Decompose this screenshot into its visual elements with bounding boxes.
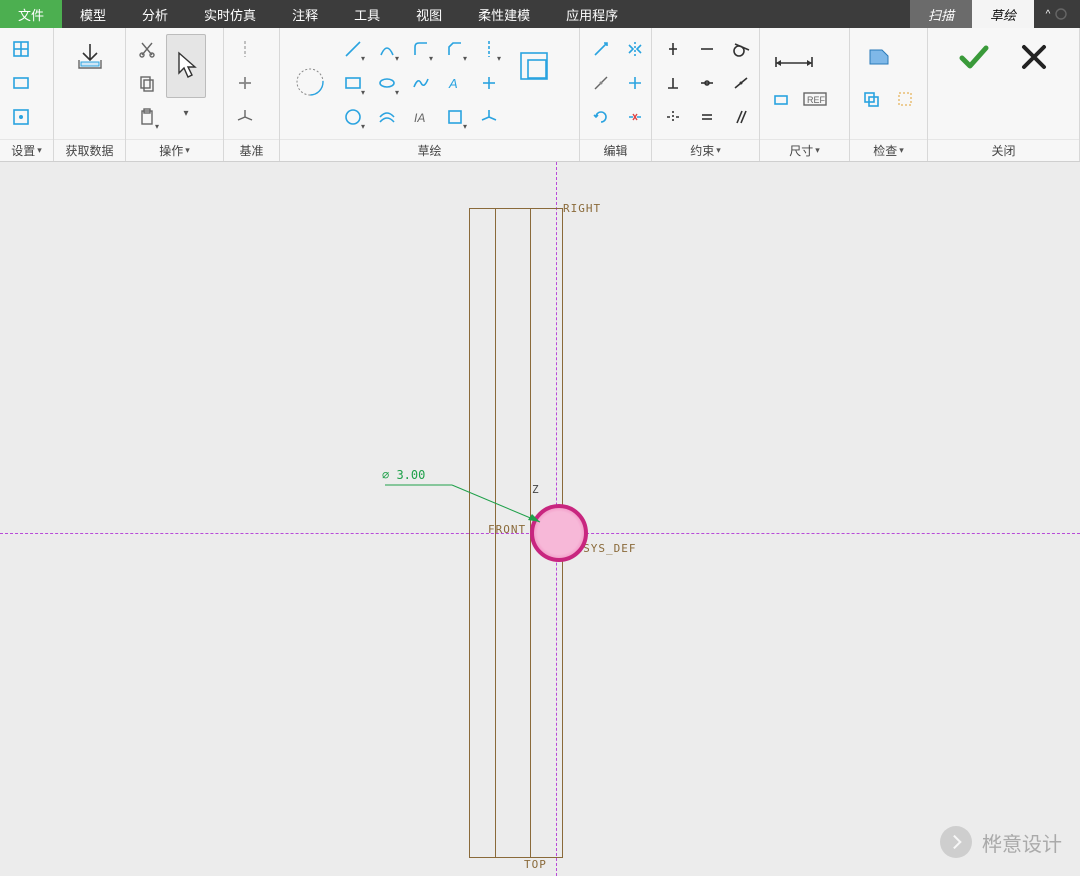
datum-csys-button[interactable] [230,102,260,132]
tab-tools[interactable]: 工具 [336,0,398,28]
group-label-getdata: 获取数据 [54,139,125,161]
group-label-edit: 编辑 [580,139,651,161]
svg-text:A: A [448,76,458,91]
group-sketch: ▾ ▾ ▾ ▾ ▾ ▾ ▾ A ▾ IA ▾ [280,28,580,161]
ellipse-tool[interactable]: ▾ [372,68,402,98]
sketch-canvas[interactable]: RIGHT TOP FRONT Z PRT_CSYS_DEF ∅ 3.00 桦意… [0,162,1080,876]
tab-flexible[interactable]: 柔性建模 [460,0,548,28]
tab-context-sweep[interactable]: 扫描 [910,0,972,28]
fillet-tool[interactable]: ▾ [406,34,436,64]
group-close: 关闭 [928,28,1080,161]
group-label-dimension: 尺寸▾ [760,139,849,161]
grid-settings-button[interactable] [6,34,36,64]
text-tool[interactable]: A [440,68,470,98]
import-data-button[interactable] [67,34,113,80]
datum-right-label: RIGHT [563,202,601,215]
group-edit: 编辑 [580,28,652,161]
group-datum: 基准 [224,28,280,161]
cancel-button[interactable] [1011,34,1057,80]
divide-tool[interactable] [586,68,616,98]
trim-tool[interactable] [586,34,616,64]
select-dropdown[interactable]: ▾ [166,102,206,124]
vertical-constraint[interactable] [658,34,688,64]
group-settings: 设置▾ [0,28,54,161]
text-along-tool[interactable]: IA [406,102,436,132]
group-inspect: 检查▾ [850,28,928,161]
csys-sketch-tool[interactable] [474,102,504,132]
ref-dim-tool[interactable]: REF [800,84,830,114]
highlight-check-button[interactable] [890,84,920,114]
equal-constraint[interactable] [692,102,722,132]
tab-apps[interactable]: 应用程序 [548,0,636,28]
tab-sketch[interactable]: 草绘 [972,0,1034,28]
datum-point-button[interactable] [230,68,260,98]
group-label-inspect: 检查▾ [850,139,927,161]
spline-tool[interactable] [406,68,436,98]
corner-tool[interactable] [620,68,650,98]
tab-analysis[interactable]: 分析 [124,0,186,28]
datum-top-label: TOP [524,858,547,871]
centerline-sketch-tool[interactable]: ▾ [474,34,504,64]
ref-settings-button[interactable] [6,102,36,132]
svg-text:IA: IA [414,111,425,125]
palette-button[interactable] [512,34,556,98]
offset-tool[interactable] [372,102,402,132]
group-constrain: 约束▾ [652,28,760,161]
rotate-tool[interactable] [586,102,616,132]
watermark: 桦意设计 [940,826,1062,858]
parallel-constraint[interactable] [726,102,756,132]
group-label-datum: 基准 [224,139,279,161]
coincident-constraint[interactable] [726,68,756,98]
group-operate: ▾ ▾ 操作▾ [126,28,224,161]
tab-model[interactable]: 模型 [62,0,124,28]
centerline-button[interactable] [230,34,260,64]
inspect-shading-button[interactable] [856,34,902,80]
symmetric-constraint[interactable] [658,102,688,132]
group-label-sketch: 草绘 [280,139,579,161]
tab-live-sim[interactable]: 实时仿真 [186,0,274,28]
menu-bar: 文件 模型 分析 实时仿真 注释 工具 视图 柔性建模 应用程序 扫描 草绘 ^ [0,0,1080,28]
tab-file[interactable]: 文件 [0,0,62,28]
mirror-tool[interactable] [620,34,650,64]
dimension-leader [382,472,552,532]
copy-button[interactable] [132,68,162,98]
svg-text:REF: REF [807,95,826,105]
perpendicular-constraint[interactable] [658,68,688,98]
group-label-close: 关闭 [928,139,1079,161]
baseline-dim-tool[interactable] [766,84,796,114]
group-label-constrain: 约束▾ [652,139,759,161]
tab-annotate[interactable]: 注释 [274,0,336,28]
group-label-settings: 设置▾ [0,139,53,161]
horizontal-constraint[interactable] [692,34,722,64]
tab-view[interactable]: 视图 [398,0,460,28]
offset-edge-tool[interactable]: ▾ [440,102,470,132]
delete-segment-tool[interactable] [620,102,650,132]
group-dimension: REF 尺寸▾ [760,28,850,161]
chamfer-tool[interactable]: ▾ [440,34,470,64]
ok-button[interactable] [951,34,997,80]
circle-tool[interactable]: ▾ [338,102,368,132]
line-tool[interactable]: ▾ [338,34,368,64]
rectangle-tool[interactable]: ▾ [338,68,368,98]
dimension-tool[interactable] [766,34,822,80]
ribbon: 设置▾ 获取数据 ▾ ▾ 操作▾ [0,28,1080,162]
arc-tool[interactable]: ▾ [372,34,402,64]
tangent-constraint[interactable] [726,34,756,64]
overlap-check-button[interactable] [856,84,886,114]
group-getdata: 获取数据 [54,28,126,161]
group-label-operate: 操作▾ [126,139,223,161]
sketch-setup-button[interactable] [6,68,36,98]
ribbon-collapse[interactable]: ^ [1034,0,1080,28]
watermark-text: 桦意设计 [982,828,1062,857]
construction-mode-button[interactable] [286,34,334,130]
point-tool[interactable] [474,68,504,98]
select-tool-button[interactable] [166,34,206,98]
paste-button[interactable]: ▾ [132,102,162,132]
cut-button[interactable] [132,34,162,64]
midpoint-constraint[interactable] [692,68,722,98]
wechat-icon [940,826,972,858]
